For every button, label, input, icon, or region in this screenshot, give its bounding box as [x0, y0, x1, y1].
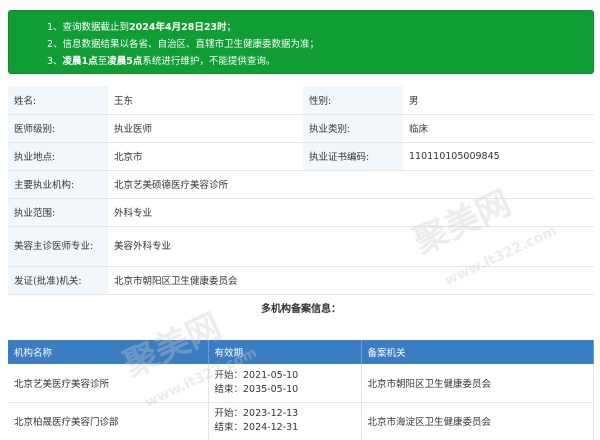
- cert-label: 执业证书编码:: [303, 142, 403, 171]
- gender-label: 性别:: [303, 86, 403, 115]
- level-value: 执业医师: [108, 114, 303, 143]
- name-value: 王东: [108, 86, 303, 115]
- period-end: 结束：2024-12-31: [214, 422, 299, 433]
- notice-line-1: 1、查询数据截止到2024年4月28日23时；: [47, 22, 237, 33]
- table-header-row: 机构名称 有效期 备案机关: [8, 340, 594, 364]
- info-row: 发证(批准)机关: 北京市朝阳区卫生健康委员会: [8, 266, 594, 295]
- org-name-cell: 北京柏晟医疗美容门诊部: [8, 402, 209, 440]
- category-label: 执业类别:: [303, 114, 403, 143]
- info-row: 美容主诊医师专业: 美容外科专业: [8, 226, 594, 267]
- location-label: 执业地点:: [8, 142, 108, 171]
- table-row: 北京艺美医疗美容诊所 开始：2021-05-10 结束：2035-05-10 北…: [8, 364, 594, 403]
- info-row: 执业地点: 北京市 执业证书编码: 110110105009845: [8, 142, 594, 171]
- location-value: 北京市: [108, 142, 303, 171]
- period-end: 结束：2035-05-10: [214, 383, 299, 395]
- period-start: 开始：2023-12-13: [214, 408, 299, 419]
- cosmetic-value: 美容外科专业: [108, 226, 594, 267]
- level-label: 医师级别:: [8, 114, 108, 143]
- table-row: 北京柏晟医疗美容门诊部 开始：2023-12-13 结束：2024-12-31 …: [8, 402, 594, 440]
- gender-value: 男: [403, 86, 594, 115]
- info-row: 主要执业机构: 北京艺美硕德医疗美容诊所: [8, 170, 594, 199]
- authority-cell: 北京市朝阳区卫生健康委员会: [361, 364, 594, 403]
- cosmetic-label: 美容主诊医师专业:: [8, 226, 108, 267]
- col-header-period: 有效期: [208, 340, 362, 364]
- authority-cell: 北京市海淀区卫生健康委员会: [361, 402, 594, 440]
- doctor-info-table: 姓名: 王东 性别: 男 医师级别: 执业医师 执业类别: 临床 执业地点: 北…: [8, 86, 594, 295]
- period-start: 开始：2021-05-10: [214, 369, 299, 381]
- section-title: 多机构备案信息：: [261, 304, 341, 315]
- org-label: 主要执业机构:: [8, 170, 108, 199]
- period-cell: 开始：2023-12-13 结束：2024-12-31: [208, 402, 362, 440]
- authority-value: 北京市朝阳区卫生健康委员会: [108, 266, 594, 295]
- period-cell: 开始：2021-05-10 结束：2035-05-10: [208, 364, 362, 403]
- category-value: 临床: [403, 114, 594, 143]
- authority-label: 发证(批准)机关:: [8, 266, 108, 295]
- notice-line-3: 3、凌晨1点至凌晨5点系统进行维护，不能提供查询。: [47, 56, 276, 67]
- info-row: 执业范围: 外科专业: [8, 198, 594, 227]
- cert-value: 110110105009845: [403, 142, 594, 171]
- scope-label: 执业范围:: [8, 198, 108, 227]
- col-header-org: 机构名称: [8, 340, 209, 364]
- col-header-authority: 备案机关: [361, 340, 594, 364]
- multi-org-table: 机构名称 有效期 备案机关 北京艺美医疗美容诊所 开始：2021-05-10 结…: [8, 340, 594, 440]
- org-name-cell: 北京艺美医疗美容诊所: [8, 364, 209, 403]
- info-row: 医师级别: 执业医师 执业类别: 临床: [8, 114, 594, 143]
- name-label: 姓名:: [8, 86, 108, 115]
- scope-value: 外科专业: [108, 198, 594, 227]
- notice-banner: 1、查询数据截止到2024年4月28日23时； 2、信息数据结果以各省、自治区、…: [8, 10, 594, 74]
- org-value: 北京艺美硕德医疗美容诊所: [108, 170, 594, 199]
- info-row: 姓名: 王东 性别: 男: [8, 86, 594, 115]
- notice-line-2: 2、信息数据结果以各省、自治区、直辖市卫生健康委数据为准；: [47, 39, 320, 50]
